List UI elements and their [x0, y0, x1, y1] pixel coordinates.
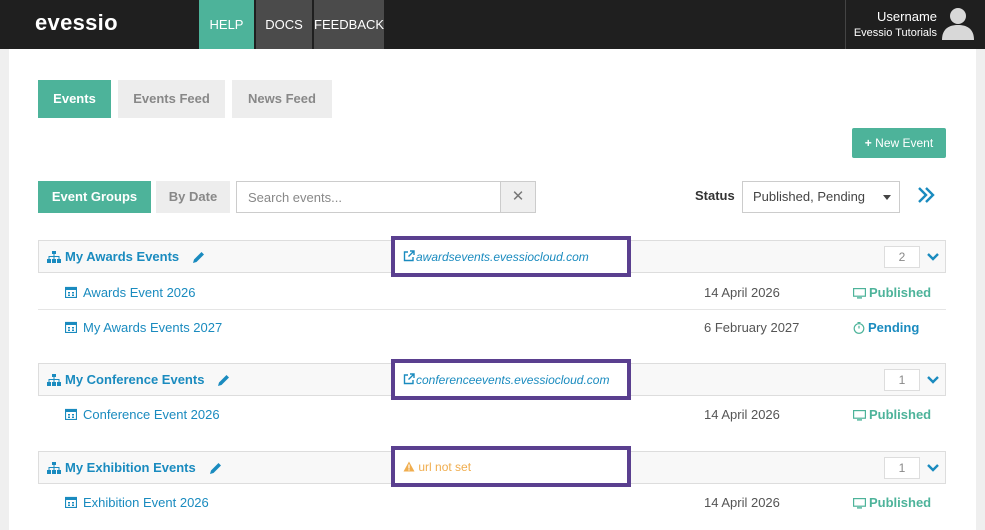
group-url-text: awardsevents.evessiocloud.com	[416, 250, 589, 264]
nav-docs[interactable]: DOCS	[256, 0, 312, 49]
event-status: Published	[853, 495, 931, 510]
username: Username	[877, 9, 937, 24]
group-url-highlight: conferenceevents.evessiocloud.com	[391, 359, 631, 400]
event-row: Conference Event 2026 14 April 2026 Publ…	[38, 397, 946, 432]
calendar-icon	[65, 286, 77, 298]
monitor-icon	[853, 498, 866, 509]
event-status: Pending	[853, 320, 919, 335]
warning-icon	[403, 461, 415, 472]
by-date-button[interactable]: By Date	[156, 181, 230, 213]
calendar-icon	[65, 408, 77, 420]
monitor-icon	[853, 288, 866, 299]
chevron-down-icon[interactable]	[926, 251, 940, 263]
event-groups-button[interactable]: Event Groups	[38, 181, 151, 213]
event-name[interactable]: My Awards Events 2027	[83, 320, 222, 335]
status-select[interactable]: Published, Pending	[742, 181, 900, 213]
group-name[interactable]: My Exhibition Events	[65, 460, 196, 475]
group-url-link[interactable]: conferenceevents.evessiocloud.com	[403, 373, 609, 387]
status-label: Status	[695, 188, 735, 203]
sitemap-icon	[47, 462, 61, 474]
event-status-label: Published	[869, 407, 932, 422]
tab-news-feed[interactable]: News Feed	[232, 80, 332, 118]
sitemap-icon	[47, 251, 61, 263]
double-chevron-right-icon[interactable]	[916, 183, 936, 207]
pencil-icon[interactable]	[192, 251, 205, 264]
event-row: Exhibition Event 2026 14 April 2026 Publ…	[38, 485, 946, 520]
new-event-button[interactable]: + New Event	[852, 128, 946, 158]
timer-icon	[853, 322, 865, 334]
avatar-icon	[942, 8, 974, 40]
event-date: 14 April 2026	[704, 407, 780, 422]
event-date: 14 April 2026	[704, 285, 780, 300]
external-link-icon	[403, 373, 415, 385]
group-url-highlight: awardsevents.evessiocloud.com	[391, 236, 631, 277]
event-status: Published	[853, 285, 931, 300]
group-url-highlight: url not set	[391, 446, 631, 487]
event-name[interactable]: Exhibition Event 2026	[83, 495, 209, 510]
clear-search-button[interactable]: ✕	[500, 181, 536, 213]
group-event-count: 2	[884, 246, 920, 268]
group-event-count: 1	[884, 369, 920, 391]
top-navbar: evessio HELP DOCS FEEDBACK Username Eves…	[0, 0, 985, 49]
group-url-link[interactable]: awardsevents.evessiocloud.com	[403, 250, 589, 264]
close-icon: ✕	[511, 188, 525, 205]
tab-events[interactable]: Events	[38, 80, 111, 118]
tab-events-feed[interactable]: Events Feed	[118, 80, 225, 118]
organization-name: Evessio Tutorials	[853, 27, 937, 39]
event-status: Published	[853, 407, 931, 422]
status-select-value: Published, Pending	[753, 189, 866, 204]
search-input[interactable]	[236, 181, 501, 213]
nav-help[interactable]: HELP	[199, 0, 254, 49]
new-event-label: New Event	[875, 136, 934, 150]
group-url-text: conferenceevents.evessiocloud.com	[416, 373, 610, 387]
event-date: 14 April 2026	[704, 495, 780, 510]
event-name[interactable]: Awards Event 2026	[83, 285, 196, 300]
event-name[interactable]: Conference Event 2026	[83, 407, 220, 422]
group-name[interactable]: My Conference Events	[65, 372, 204, 387]
user-menu[interactable]: Username Evessio Tutorials	[845, 0, 985, 49]
pencil-icon[interactable]	[217, 374, 230, 387]
chevron-down-icon[interactable]	[926, 462, 940, 474]
event-row: My Awards Events 2027 6 February 2027 Pe…	[38, 310, 946, 345]
nav-feedback[interactable]: FEEDBACK	[314, 0, 384, 49]
caret-down-icon	[883, 195, 891, 200]
group-name[interactable]: My Awards Events	[65, 249, 179, 264]
event-row: Awards Event 2026 14 April 2026 Publishe…	[38, 275, 946, 310]
sitemap-icon	[47, 374, 61, 386]
pencil-icon[interactable]	[209, 462, 222, 475]
app-logo[interactable]: evessio	[35, 10, 118, 36]
event-status-label: Published	[869, 285, 932, 300]
plus-icon: +	[864, 136, 872, 150]
event-date: 6 February 2027	[704, 320, 800, 335]
event-status-label: Published	[869, 495, 932, 510]
event-status-label: Pending	[868, 320, 920, 335]
group-event-count: 1	[884, 457, 920, 479]
calendar-icon	[65, 321, 77, 333]
external-link-icon	[403, 250, 415, 262]
calendar-icon	[65, 496, 77, 508]
chevron-down-icon[interactable]	[926, 374, 940, 386]
monitor-icon	[853, 410, 866, 421]
url-warning-text: url not set	[418, 460, 472, 474]
url-warning: url not set	[403, 460, 471, 474]
